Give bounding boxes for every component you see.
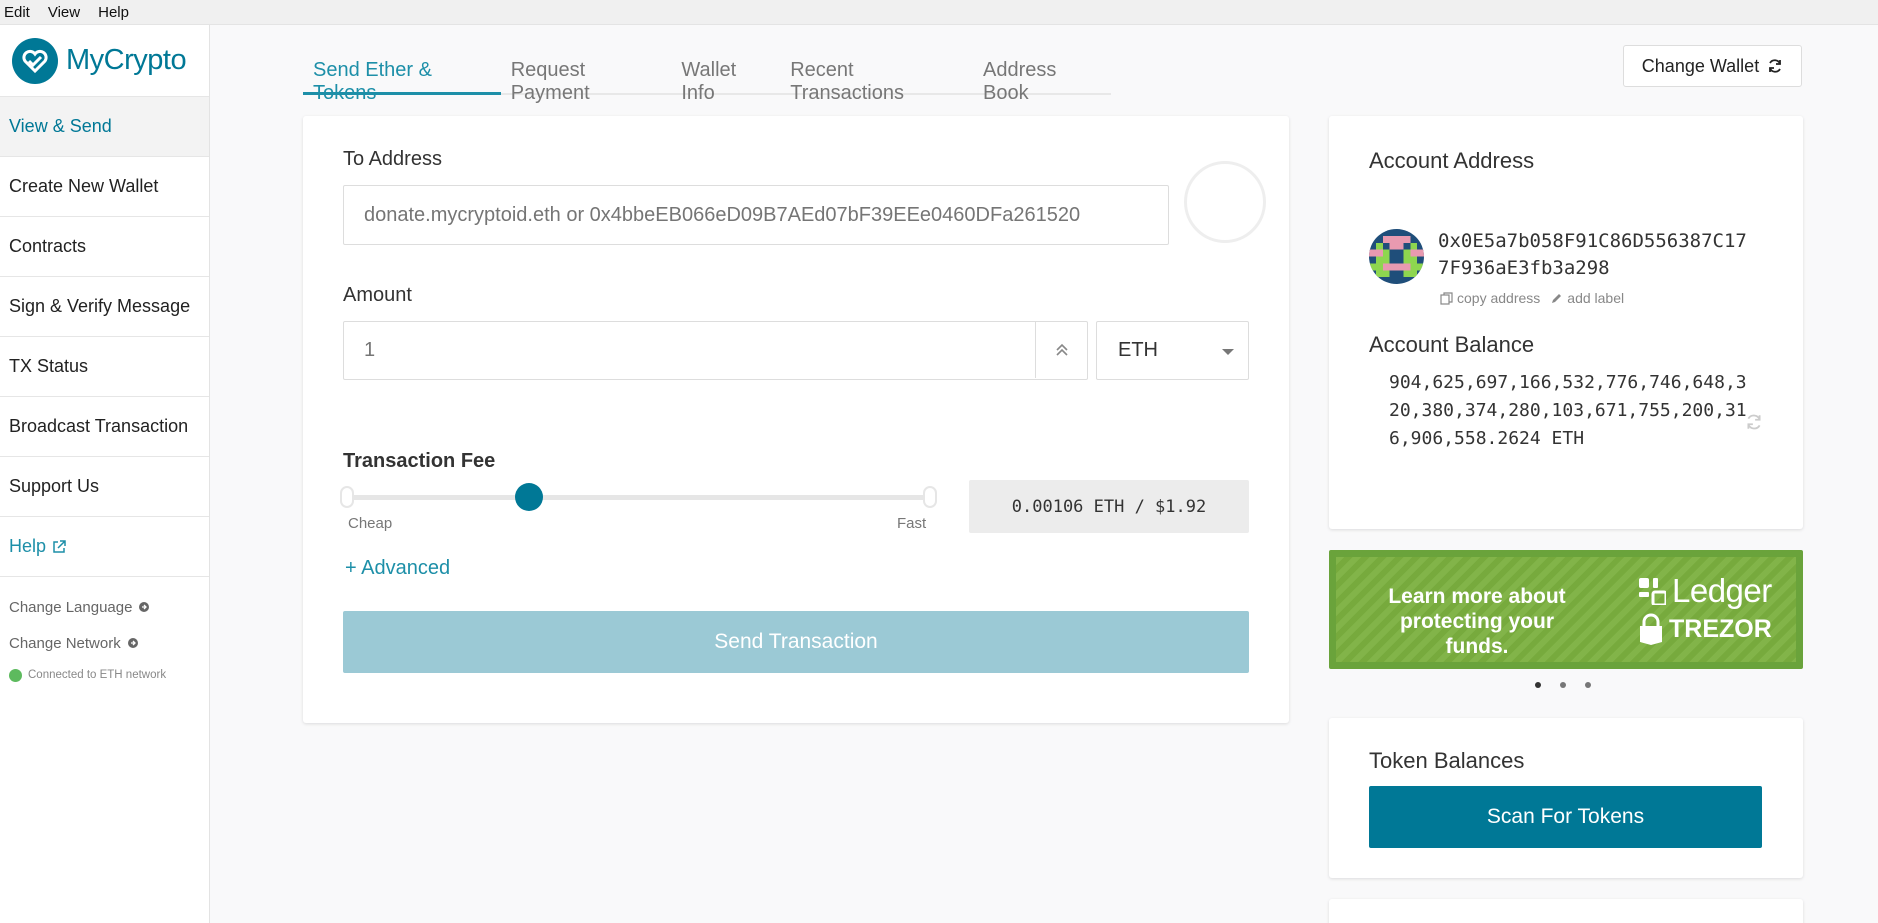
trezor-logo-icon [1640, 613, 1662, 645]
sidebar-item-label: View & Send [9, 116, 112, 136]
pencil-icon [1552, 293, 1562, 303]
hardware-wallet-promo-banner[interactable]: Learn more about protecting your funds. … [1329, 550, 1803, 669]
carousel-dot[interactable] [1585, 682, 1591, 688]
carousel-dot[interactable] [1560, 682, 1566, 688]
unit-select[interactable]: ETH [1096, 321, 1249, 380]
send-transaction-button[interactable]: Send Transaction [343, 611, 1249, 673]
sidebar-item-support[interactable]: Support Us [0, 457, 209, 517]
address-identicon-placeholder [1184, 161, 1266, 243]
add-label-link[interactable]: add label [1550, 290, 1624, 306]
sidebar-item-label: Support Us [9, 476, 100, 496]
fee-slider-track[interactable] [346, 495, 937, 500]
arrow-circle-icon [127, 638, 138, 648]
network-status-dot-icon [9, 668, 22, 682]
network-status: Connected to ETH network [0, 661, 209, 689]
brand[interactable]: MyCrypto [0, 25, 209, 97]
sidebar-item-create-wallet[interactable]: Create New Wallet [0, 157, 209, 217]
sidebar-item-contracts[interactable]: Contracts [0, 217, 209, 277]
account-address-value: 0x0E5a7b058F91C86D556387C177F936aE3fb3a2… [1438, 230, 1747, 279]
sidebar-item-label: Sign & Verify Message [9, 296, 191, 316]
next-card [1329, 899, 1803, 923]
transaction-fee-label: Transaction Fee [343, 450, 496, 472]
ledger-brand: Ledger [1639, 572, 1772, 610]
copy-address-link[interactable]: copy address [1440, 290, 1540, 306]
caret-down-icon [1222, 349, 1234, 355]
trezor-brand-label: TREZOR [1669, 614, 1772, 643]
tab-request-payment[interactable]: Request Payment [501, 52, 672, 104]
copy-address-label: copy address [1457, 290, 1541, 306]
unit-select-value: ETH [1118, 339, 1158, 361]
fee-fast-label: Fast [897, 515, 927, 532]
sidebar: MyCrypto View & Send Create New Wallet C… [0, 25, 210, 923]
account-address-actions: copy address add label [1440, 290, 1624, 306]
external-link-icon [53, 539, 66, 553]
sidebar-item-tx-status[interactable]: TX Status [0, 337, 209, 397]
promo-text: Learn more about protecting your funds. [1388, 585, 1566, 658]
tab-recent-transactions[interactable]: Recent Transactions [780, 52, 973, 104]
carousel-dot[interactable] [1535, 682, 1541, 688]
send-form-card: To Address Amount ETH Transaction Fee Ch… [303, 116, 1289, 723]
menu-view[interactable]: View [48, 4, 80, 21]
network-status-label: Connected to ETH network [28, 669, 167, 681]
sidebar-item-help[interactable]: Help [0, 517, 209, 577]
sidebar-item-broadcast[interactable]: Broadcast Transaction [0, 397, 209, 457]
copy-icon [1440, 291, 1453, 305]
brand-name: MyCrypto [66, 44, 187, 76]
tab-address-book[interactable]: Address Book [973, 52, 1111, 104]
amount-input[interactable] [343, 321, 1088, 380]
tab-wallet-info[interactable]: Wallet Info [671, 52, 780, 104]
fee-slider-min-handle [340, 486, 354, 508]
amount-label: Amount [343, 284, 412, 306]
fee-cheap-label: Cheap [348, 515, 393, 532]
trezor-brand: TREZOR [1639, 613, 1772, 645]
ledger-brand-label: Ledger [1672, 572, 1772, 609]
menu-edit[interactable]: Edit [4, 4, 30, 21]
sidebar-item-label: Contracts [9, 236, 87, 256]
refresh-balance-icon[interactable] [1745, 413, 1763, 431]
tab-bar: Send Ether & Tokens Request Payment Wall… [303, 52, 1111, 104]
sidebar-item-label: Create New Wallet [9, 176, 159, 196]
change-wallet-label: Change Wallet [1641, 55, 1760, 76]
to-address-input[interactable] [343, 185, 1169, 245]
sidebar-item-label: Help [9, 536, 47, 556]
token-balances-card: Token Balances Scan For Tokens [1329, 718, 1803, 878]
sidebar-item-label: TX Status [9, 356, 89, 376]
to-address-label: To Address [343, 148, 442, 170]
tab-send[interactable]: Send Ether & Tokens [303, 52, 501, 104]
change-network-label: Change Network [9, 634, 121, 652]
menu-bar: Edit View Help [0, 0, 1878, 25]
promo-carousel-dots [1535, 682, 1610, 688]
ledger-logo-icon [1639, 577, 1666, 605]
refresh-icon [1769, 59, 1782, 73]
add-label-label: add label [1567, 290, 1625, 306]
sidebar-item-label: Broadcast Transaction [9, 416, 189, 436]
sidebar-item-sign-verify[interactable]: Sign & Verify Message [0, 277, 209, 337]
fee-value-display: 0.00106 ETH / $1.92 [969, 480, 1249, 533]
change-language-link[interactable]: Change Language [0, 589, 209, 625]
change-language-label: Change Language [9, 598, 133, 616]
fee-slider-max-handle [923, 486, 937, 508]
sidebar-item-view-send[interactable]: View & Send [0, 97, 209, 157]
mycrypto-logo-icon [12, 37, 58, 84]
account-address-title: Account Address [1369, 148, 1535, 173]
amount-max-button[interactable] [1035, 321, 1087, 378]
advanced-toggle-link[interactable]: + Advanced [345, 557, 450, 580]
account-card: Account Address 0x0E5a7b058F91C86D556387… [1329, 116, 1803, 529]
menu-help[interactable]: Help [98, 4, 129, 21]
scan-for-tokens-button[interactable]: Scan For Tokens [1369, 786, 1762, 848]
fee-slider-knob[interactable] [515, 483, 544, 511]
change-network-link[interactable]: Change Network [0, 625, 209, 661]
arrow-circle-icon [139, 602, 150, 612]
double-chevron-up-icon [1055, 343, 1068, 356]
token-balances-title: Token Balances [1369, 748, 1525, 773]
account-identicon [1369, 229, 1424, 284]
account-balance-title: Account Balance [1369, 332, 1535, 357]
account-balance-value: 904,625,697,166,532,776,746,648,320,380,… [1389, 372, 1747, 449]
change-wallet-button[interactable]: Change Wallet [1623, 45, 1802, 87]
